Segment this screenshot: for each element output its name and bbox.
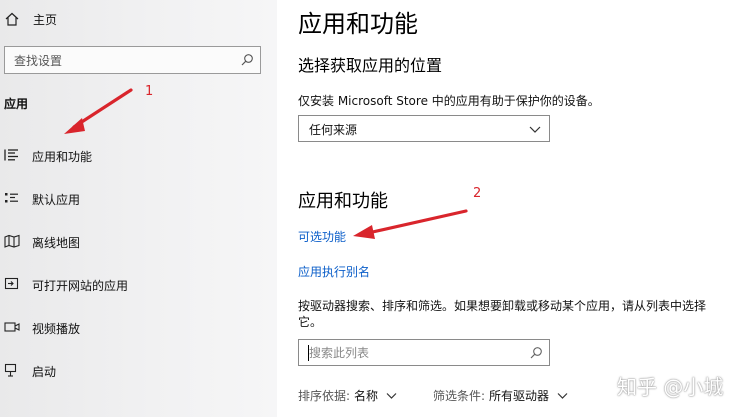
sidebar-item-label: 默认应用	[32, 193, 81, 207]
install-source-value: 任何来源	[309, 123, 358, 137]
app-list-search-input[interactable]	[309, 345, 519, 361]
sidebar-item-offline-maps[interactable]: 离线地图	[0, 226, 277, 256]
sort-value: 名称	[354, 389, 379, 403]
sort-dropdown[interactable]: 排序依据: 名称	[298, 387, 397, 404]
search-icon[interactable]	[240, 53, 254, 67]
sidebar-section-label: 应用	[4, 97, 29, 111]
offline-maps-icon	[4, 234, 20, 248]
search-icon[interactable]	[529, 346, 543, 360]
page-title: 应用和功能	[298, 10, 418, 38]
settings-search-box[interactable]	[4, 46, 261, 74]
sidebar-item-label: 启动	[32, 365, 57, 379]
settings-search-input[interactable]	[14, 52, 234, 69]
main-content: 应用和功能 选择获取应用的位置 仅安装 Microsoft Store 中的应用…	[277, 0, 755, 417]
sidebar-item-startup[interactable]: 启动	[0, 355, 277, 385]
install-location-heading: 选择获取应用的位置	[298, 56, 443, 75]
install-location-description: 仅安装 Microsoft Store 中的应用有助于保护你的设备。	[298, 94, 600, 108]
app-execution-alias-link[interactable]: 应用执行别名	[298, 263, 370, 280]
sidebar-item-apps-for-websites[interactable]: 可打开网站的应用	[0, 269, 277, 299]
annotation-number-1: 1	[145, 84, 154, 99]
install-source-dropdown[interactable]: 任何来源	[298, 115, 550, 142]
sidebar-item-apps-features[interactable]: 应用和功能	[0, 140, 277, 170]
sidebar-home[interactable]: 主页	[0, 6, 277, 32]
filter-dropdown[interactable]: 筛选条件: 所有驱动器	[433, 387, 568, 404]
apps-features-icon	[4, 149, 18, 161]
chevron-down-icon	[529, 126, 541, 133]
sidebar-home-label: 主页	[33, 13, 58, 27]
filter-value: 所有驱动器	[489, 389, 550, 403]
default-apps-icon	[5, 193, 18, 203]
search-sort-filter-description: 按驱动器搜索、排序和筛选。如果想要卸载或移动某个应用，请从列表中选择它。	[298, 299, 707, 329]
watermark: 知乎 @小城	[617, 375, 724, 399]
startup-icon	[4, 363, 17, 377]
sidebar-item-video-playback[interactable]: 视频播放	[0, 312, 277, 342]
sidebar-item-label: 离线地图	[32, 236, 81, 250]
sidebar-item-label: 视频播放	[32, 322, 81, 336]
chevron-down-icon	[557, 393, 568, 399]
apps-for-websites-icon	[4, 277, 19, 290]
sidebar-item-label: 应用和功能	[32, 150, 93, 164]
optional-features-link[interactable]: 可选功能	[298, 228, 346, 245]
sidebar-item-default-apps[interactable]: 默认应用	[0, 183, 277, 213]
video-playback-icon	[4, 322, 20, 332]
sidebar: 主页 应用 应用和功能 默认应用	[0, 0, 277, 417]
sort-label: 排序依据:	[298, 389, 351, 403]
sidebar-item-label: 可打开网站的应用	[32, 279, 129, 293]
app-list-search-box[interactable]	[298, 339, 550, 366]
chevron-down-icon	[386, 393, 397, 399]
filter-label: 筛选条件:	[433, 389, 486, 403]
apps-features-heading: 应用和功能	[298, 191, 388, 212]
annotation-number-2: 2	[473, 186, 482, 201]
home-icon	[5, 12, 19, 26]
